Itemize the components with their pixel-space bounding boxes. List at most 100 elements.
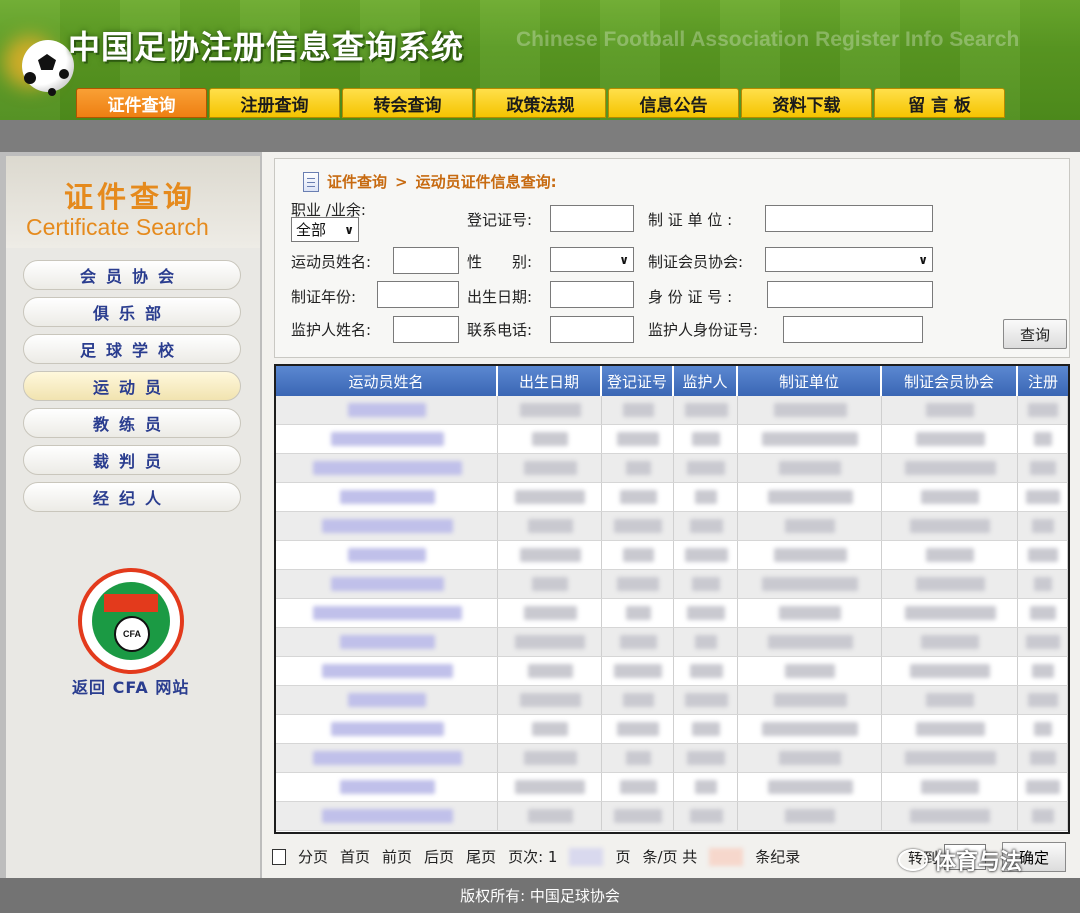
table-row[interactable] xyxy=(276,657,1068,686)
table-cell xyxy=(738,657,882,685)
football-icon xyxy=(22,40,74,92)
redacted-value xyxy=(774,693,847,707)
sidebar-item-agent[interactable]: 经纪人 xyxy=(23,482,241,512)
table-row[interactable] xyxy=(276,715,1068,744)
sidebar-item-athlete[interactable]: 运动员 xyxy=(23,371,241,401)
year-input[interactable] xyxy=(377,281,459,308)
table-row[interactable] xyxy=(276,396,1068,425)
col-issuer[interactable]: 制证单位 xyxy=(738,366,882,396)
table-cell xyxy=(674,541,738,569)
table-row[interactable] xyxy=(276,512,1068,541)
table-cell xyxy=(674,512,738,540)
redacted-value xyxy=(515,780,585,794)
table-cell xyxy=(1018,396,1068,424)
table-row[interactable] xyxy=(276,744,1068,773)
records-label: 条纪录 xyxy=(755,848,801,866)
table-cell xyxy=(1018,657,1068,685)
sidebar-item-football-school[interactable]: 足球学校 xyxy=(23,334,241,364)
redacted-value xyxy=(916,432,985,446)
table-row[interactable] xyxy=(276,773,1068,802)
redacted-value xyxy=(340,780,435,794)
table-cell xyxy=(602,628,674,656)
table-cell xyxy=(882,512,1018,540)
table-cell xyxy=(1018,744,1068,772)
nav-item-guestbook[interactable]: 留 言 板 xyxy=(874,88,1005,118)
breadcrumb-part1[interactable]: 证件查询 xyxy=(327,171,387,192)
per-page-label: 条/页 共 xyxy=(642,848,698,866)
col-association[interactable]: 制证会员协会 xyxy=(882,366,1018,396)
last-page-link[interactable]: 尾页 xyxy=(466,846,496,867)
table-row[interactable] xyxy=(276,599,1068,628)
table-row[interactable] xyxy=(276,454,1068,483)
col-guardian[interactable]: 监护人 xyxy=(674,366,738,396)
table-cell xyxy=(674,657,738,685)
table-row[interactable] xyxy=(276,483,1068,512)
table-row[interactable] xyxy=(276,802,1068,831)
cfa-logo[interactable]: CFA xyxy=(78,568,184,674)
table-cell xyxy=(498,715,602,743)
profession-select[interactable]: 全部 ∨ xyxy=(291,217,359,242)
athlete-name-input[interactable] xyxy=(393,247,459,274)
reg-no-input[interactable] xyxy=(550,205,634,232)
redacted-value xyxy=(910,519,990,533)
table-row[interactable] xyxy=(276,541,1068,570)
sidebar-item-coach[interactable]: 教练员 xyxy=(23,408,241,438)
redacted-value xyxy=(620,635,657,649)
nav-item-policy[interactable]: 政策法规 xyxy=(475,88,606,118)
nav-item-registration[interactable]: 注册查询 xyxy=(209,88,340,118)
issuer-label: 制 证 单 位 : xyxy=(648,211,733,229)
gender-label: 性 别: xyxy=(467,253,533,271)
nav-item-transfer[interactable]: 转会查询 xyxy=(342,88,473,118)
table-cell xyxy=(738,541,882,569)
sidebar-item-club[interactable]: 俱乐部 xyxy=(23,297,241,327)
issuer-input[interactable] xyxy=(765,205,933,232)
table-cell xyxy=(738,599,882,627)
table-row[interactable] xyxy=(276,425,1068,454)
col-register[interactable]: 注册 xyxy=(1018,366,1068,396)
table-row[interactable] xyxy=(276,570,1068,599)
table-cell xyxy=(738,425,882,453)
id-input[interactable] xyxy=(767,281,933,308)
redacted-value xyxy=(524,751,577,765)
redacted-value xyxy=(1026,780,1060,794)
col-athlete-name[interactable]: 运动员姓名 xyxy=(276,366,498,396)
table-cell xyxy=(602,483,674,511)
gender-select[interactable]: ∨ xyxy=(550,247,634,272)
table-cell xyxy=(498,773,602,801)
col-birth-date[interactable]: 出生日期 xyxy=(498,366,602,396)
sidebar-item-member-association[interactable]: 会员协会 xyxy=(23,260,241,290)
assoc-select[interactable]: ∨ xyxy=(765,247,933,272)
table-cell xyxy=(1018,512,1068,540)
redacted-value xyxy=(623,403,654,417)
reg-no-label: 登记证号: xyxy=(467,211,533,229)
col-reg-no[interactable]: 登记证号 xyxy=(602,366,674,396)
table-cell xyxy=(602,541,674,569)
table-cell xyxy=(674,483,738,511)
guardian-id-input[interactable] xyxy=(783,316,923,343)
nav-item-certificate[interactable]: 证件查询 xyxy=(76,88,207,118)
table-cell xyxy=(498,396,602,424)
redacted-value xyxy=(1030,606,1056,620)
nav-item-download[interactable]: 资料下载 xyxy=(741,88,872,118)
back-to-cfa-link[interactable]: 返回 CFA 网站 xyxy=(72,674,189,698)
table-cell xyxy=(498,541,602,569)
table-cell xyxy=(882,541,1018,569)
table-cell xyxy=(498,454,602,482)
prev-page-link[interactable]: 前页 xyxy=(382,846,412,867)
phone-input[interactable] xyxy=(550,316,634,343)
query-button[interactable]: 查询 xyxy=(1003,319,1067,349)
sidebar-header: 证件查询 Certificate Search xyxy=(6,156,260,248)
table-cell xyxy=(674,773,738,801)
table-cell xyxy=(602,773,674,801)
birth-input[interactable] xyxy=(550,281,634,308)
sidebar-item-referee[interactable]: 裁判员 xyxy=(23,445,241,475)
guardian-input[interactable] xyxy=(393,316,459,343)
first-page-link[interactable]: 首页 xyxy=(340,846,370,867)
redacted-value xyxy=(528,664,573,678)
redacted-value xyxy=(921,490,979,504)
next-page-link[interactable]: 后页 xyxy=(424,846,454,867)
tiananmen-icon xyxy=(104,594,158,612)
table-row[interactable] xyxy=(276,686,1068,715)
table-row[interactable] xyxy=(276,628,1068,657)
nav-item-announcement[interactable]: 信息公告 xyxy=(608,88,739,118)
